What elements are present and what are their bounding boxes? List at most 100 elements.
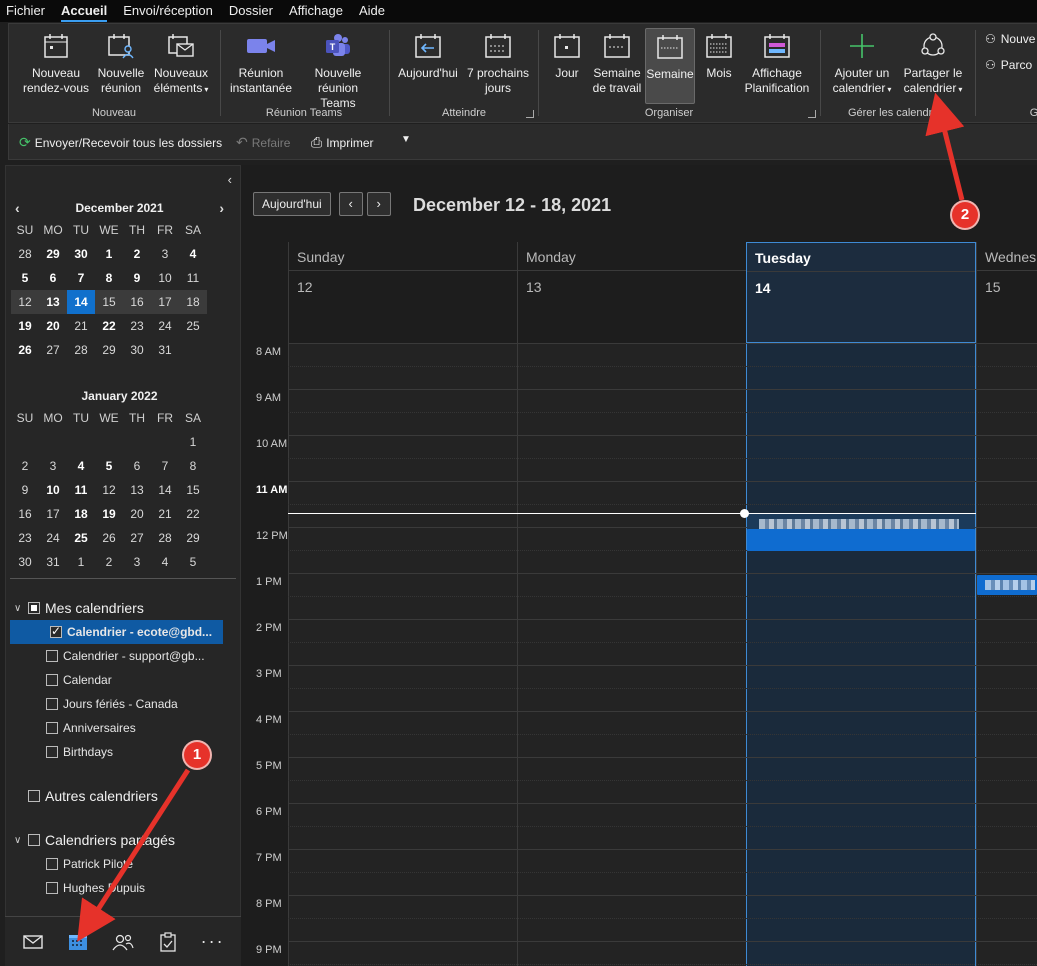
- week-view-button[interactable]: Semaine: [645, 28, 695, 104]
- calendar-checkbox[interactable]: [46, 746, 58, 758]
- event-block[interactable]: [977, 575, 1037, 595]
- mini-calendar-day[interactable]: 15: [179, 478, 207, 502]
- mini-calendar-day[interactable]: 1: [95, 242, 123, 266]
- mini-calendar-day[interactable]: 30: [11, 550, 39, 574]
- mini-calendar-day[interactable]: 31: [39, 550, 67, 574]
- day-header-today[interactable]: Tuesday 14: [746, 242, 976, 343]
- mini-calendar-day[interactable]: 11: [179, 266, 207, 290]
- mini-calendar-day[interactable]: 11: [67, 478, 95, 502]
- mini-calendar-day[interactable]: 27: [123, 526, 151, 550]
- menu-folder[interactable]: Dossier: [223, 0, 279, 22]
- redo-button[interactable]: ↶ Refaire: [236, 134, 290, 151]
- day-header[interactable]: Wednes 15: [976, 242, 1037, 343]
- mini-calendar-day[interactable]: 13: [39, 290, 67, 314]
- mini-calendar-day[interactable]: 22: [179, 502, 207, 526]
- mini-calendar-day[interactable]: 3: [151, 242, 179, 266]
- mini-calendar-day[interactable]: 9: [123, 266, 151, 290]
- mini-calendar-day[interactable]: 5: [179, 550, 207, 574]
- mini-calendar-day[interactable]: 4: [151, 550, 179, 574]
- mini-calendar-day[interactable]: 28: [151, 526, 179, 550]
- shared-calendars-header[interactable]: ∨ Calendriers partagés: [6, 828, 236, 852]
- day-header[interactable]: Monday 13: [517, 242, 746, 343]
- work-week-view-button[interactable]: Semaine de travail: [591, 28, 643, 96]
- next-7-days-button[interactable]: 7 prochains jours: [464, 28, 532, 96]
- calendar-checkbox[interactable]: [46, 882, 58, 894]
- tasks-nav-button[interactable]: [150, 924, 186, 960]
- calendar-checkbox[interactable]: [46, 674, 58, 686]
- mini-calendar-day[interactable]: 28: [11, 242, 39, 266]
- mini-calendar-day[interactable]: 7: [151, 454, 179, 478]
- new-teams-meeting-button[interactable]: T Nouvelle réunion Teams: [299, 28, 377, 111]
- people-nav-button[interactable]: [105, 924, 141, 960]
- dialog-launcher-icon[interactable]: [526, 110, 534, 118]
- mini-calendar-day[interactable]: 1: [179, 430, 207, 454]
- side-browse-button[interactable]: ⚇ Parco: [985, 58, 1032, 73]
- calendar-item[interactable]: Patrick Pilote: [6, 852, 236, 876]
- mini-calendar-day[interactable]: 21: [151, 502, 179, 526]
- mini-calendar-day[interactable]: 17: [151, 290, 179, 314]
- mini-calendar-day[interactable]: 31: [151, 338, 179, 362]
- event-block[interactable]: [747, 529, 975, 551]
- mini-calendar-day[interactable]: 12: [95, 478, 123, 502]
- side-new-button[interactable]: ⚇ Nouve: [985, 32, 1035, 47]
- mail-nav-button[interactable]: [15, 924, 51, 960]
- mini-calendar-day[interactable]: 6: [123, 454, 151, 478]
- calendar-checkbox[interactable]: [46, 722, 58, 734]
- calendar-item[interactable]: Hughes Dupuis: [6, 876, 236, 900]
- mini-calendar-day[interactable]: 1: [67, 550, 95, 574]
- mini-calendar-day[interactable]: 16: [123, 290, 151, 314]
- mini-calendar-day[interactable]: 23: [11, 526, 39, 550]
- calendar-item[interactable]: Anniversaires: [6, 716, 236, 740]
- next-week-button[interactable]: ›: [366, 192, 391, 216]
- more-nav-button[interactable]: ···: [195, 924, 231, 960]
- add-calendar-button[interactable]: Ajouter un calendrier ▾: [827, 28, 897, 97]
- next-month-icon[interactable]: ›: [219, 198, 224, 218]
- previous-week-button[interactable]: ‹: [338, 192, 363, 216]
- mini-calendar-day[interactable]: 29: [39, 242, 67, 266]
- schedule-view-button[interactable]: Affichage Planification: [741, 28, 813, 96]
- new-appointment-button[interactable]: Nouveau rendez-vous: [21, 28, 91, 96]
- new-meeting-button[interactable]: Nouvelle réunion: [95, 28, 147, 96]
- mini-calendar-day[interactable]: 17: [39, 502, 67, 526]
- mini-calendar-day[interactable]: 3: [123, 550, 151, 574]
- mini-calendar-day[interactable]: 26: [11, 338, 39, 362]
- mini-calendar-day[interactable]: 19: [95, 502, 123, 526]
- mini-calendar-day[interactable]: 19: [11, 314, 39, 338]
- mini-calendar-day[interactable]: 25: [67, 526, 95, 550]
- mini-calendar-day[interactable]: 14: [151, 478, 179, 502]
- menu-view[interactable]: Affichage: [283, 0, 349, 22]
- new-items-button[interactable]: Nouveaux éléments ▾: [151, 28, 211, 97]
- mini-calendar-day[interactable]: 2: [11, 454, 39, 478]
- mini-calendar-day[interactable]: 23: [123, 314, 151, 338]
- mini-calendar-day[interactable]: 29: [179, 526, 207, 550]
- mini-calendar-day[interactable]: 28: [67, 338, 95, 362]
- menu-help[interactable]: Aide: [353, 0, 391, 22]
- mini-calendar-day[interactable]: 26: [95, 526, 123, 550]
- calendar-checkbox[interactable]: [50, 624, 62, 638]
- mini-calendar-day[interactable]: 2: [123, 242, 151, 266]
- mini-calendar-day[interactable]: 24: [151, 314, 179, 338]
- mini-calendar-day[interactable]: 8: [179, 454, 207, 478]
- mini-calendar-day[interactable]: 6: [39, 266, 67, 290]
- calendar-nav-button[interactable]: [60, 924, 96, 960]
- calendar-item[interactable]: Calendrier - support@gb...: [6, 644, 236, 668]
- mini-calendar-day[interactable]: 5: [11, 266, 39, 290]
- today-button[interactable]: Aujourd'hui: [253, 192, 331, 216]
- today-ribbon-button[interactable]: Aujourd'hui: [395, 28, 461, 81]
- group-checkbox[interactable]: [28, 834, 40, 846]
- mini-calendar-day[interactable]: 3: [39, 454, 67, 478]
- other-calendars-header[interactable]: Autres calendriers: [6, 784, 236, 808]
- day-view-button[interactable]: Jour: [547, 28, 587, 81]
- mini-calendar-day[interactable]: 9: [11, 478, 39, 502]
- my-calendars-header[interactable]: ∨ Mes calendriers: [6, 596, 236, 620]
- calendar-item[interactable]: Calendrier - ecote@gbd...: [10, 620, 223, 644]
- mini-calendar-day[interactable]: 10: [151, 266, 179, 290]
- mini-calendar-day[interactable]: 29: [95, 338, 123, 362]
- group-checkbox[interactable]: [28, 790, 40, 802]
- calendar-checkbox[interactable]: [46, 650, 58, 662]
- instant-meeting-button[interactable]: Réunion instantanée: [227, 28, 295, 96]
- mini-calendar-day[interactable]: 25: [179, 314, 207, 338]
- calendar-item[interactable]: Jours fériés - Canada: [6, 692, 236, 716]
- mini-calendar-day[interactable]: 18: [67, 502, 95, 526]
- mini-calendar-day[interactable]: 22: [95, 314, 123, 338]
